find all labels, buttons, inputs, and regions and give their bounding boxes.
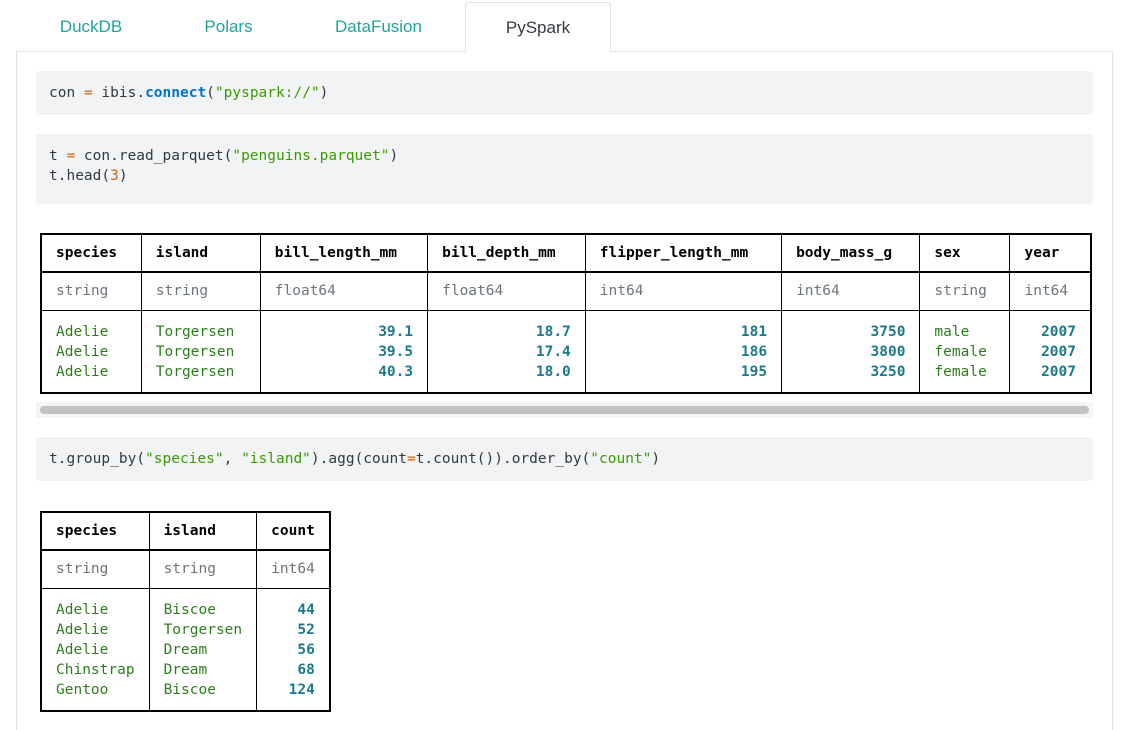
table-cell: Dream (163, 641, 208, 658)
horizontal-scrollbar[interactable] (36, 402, 1093, 418)
table-cell: 2007 (1041, 343, 1076, 360)
column-header: species (40, 511, 150, 551)
tab-polars[interactable]: Polars (176, 2, 281, 52)
table-cell: Torgersen (163, 621, 243, 638)
table-cell: 39.5 (378, 343, 414, 360)
column-values: 18.7 17.4 18.0 (427, 310, 586, 393)
code-cell-group-by[interactable]: t.group_by("species", "island").agg(coun… (36, 437, 1093, 481)
table-cell: Torgersen (155, 323, 235, 340)
table-cell: Chinstrap (56, 661, 135, 678)
tab-bar: DuckDB Polars DataFusion PySpark (16, 2, 1113, 53)
column-values: 44 52 56 68 124 (256, 588, 331, 711)
tab-pyspark[interactable]: PySpark (465, 2, 611, 53)
table-cell: Biscoe (163, 601, 216, 618)
column-values: 3750 3800 3250 (781, 310, 921, 393)
column-header: flipper_length_mm (584, 233, 783, 273)
column-type: string (40, 550, 150, 589)
table-cell: 2007 (1041, 363, 1076, 380)
column-header: island (140, 233, 261, 273)
table-cell: female (934, 343, 987, 360)
table-cell: female (934, 363, 987, 380)
table-cell: 44 (297, 601, 315, 618)
table-cell: Adelie (56, 363, 109, 380)
table-cell: Gentoo (56, 681, 109, 698)
column-values: Adelie Adelie Adelie (40, 310, 142, 393)
code-cell-read-parquet[interactable]: t = con.read_parquet("penguins.parquet")… (36, 134, 1093, 204)
table-cell: 2007 (1041, 323, 1076, 340)
table-cell: 3800 (870, 343, 906, 360)
column-type: float64 (259, 272, 429, 311)
column-values: Torgersen Torgersen Torgersen (140, 310, 261, 393)
table-cell: Adelie (56, 641, 109, 658)
column-type: string (40, 272, 142, 311)
code-cell-connect[interactable]: con = ibis.connect("pyspark://") (36, 71, 1093, 115)
tab-duckdb[interactable]: DuckDB (36, 2, 146, 52)
table-cell: 18.7 (535, 323, 571, 340)
column-type: string (148, 550, 258, 589)
table-cell: 39.1 (378, 323, 414, 340)
table-cell: 68 (297, 661, 315, 678)
table-cell: 18.0 (535, 363, 571, 380)
table-cell: Adelie (56, 323, 109, 340)
column-values: male female female (919, 310, 1011, 393)
table-cell: 124 (288, 681, 315, 698)
scrollbar-thumb[interactable] (40, 406, 1089, 414)
table-cell: 195 (740, 363, 768, 380)
column-values: 39.1 39.5 40.3 (259, 310, 429, 393)
column-type: int64 (781, 272, 921, 311)
tab-datafusion[interactable]: DataFusion (316, 2, 441, 52)
head-table: species island bill_length_mm bill_depth_mm… (40, 233, 1092, 394)
table-cell: Torgersen (155, 343, 235, 360)
column-type: int64 (1009, 272, 1092, 311)
column-header: bill_length_mm (259, 233, 429, 273)
column-type: string (140, 272, 261, 311)
table-cell: Adelie (56, 601, 109, 618)
table-cell: Adelie (56, 621, 109, 638)
table-cell: 3750 (870, 323, 906, 340)
column-header: sex (919, 233, 1011, 273)
table-cell: Torgersen (155, 363, 235, 380)
table-cell: 181 (740, 323, 768, 340)
column-values: 2007 2007 2007 (1009, 310, 1092, 393)
table-cell: 17.4 (535, 343, 571, 360)
table-cell: 3250 (870, 363, 906, 380)
column-header: count (256, 511, 331, 551)
column-header: body_mass_g (781, 233, 921, 273)
table-cell: Dream (163, 661, 208, 678)
table-cell: 186 (740, 343, 768, 360)
table-cell: 56 (297, 641, 315, 658)
table-cell: 52 (297, 621, 315, 638)
column-type: int64 (584, 272, 783, 311)
column-header: bill_depth_mm (427, 233, 586, 273)
column-header: island (148, 511, 258, 551)
column-header: species (40, 233, 142, 273)
table-cell: Adelie (56, 343, 109, 360)
column-type: float64 (427, 272, 586, 311)
column-type: string (919, 272, 1011, 311)
table-cell: male (934, 323, 970, 340)
count-table: species island count string string int64 Ade… (40, 511, 331, 712)
column-type: int64 (256, 550, 331, 589)
column-values: Biscoe Torgersen Dream Dream Biscoe (148, 588, 258, 711)
column-header: year (1009, 233, 1092, 273)
table-cell: 40.3 (378, 363, 414, 380)
table-cell: Biscoe (163, 681, 216, 698)
column-values: 181 186 195 (584, 310, 783, 393)
column-values: Adelie Adelie Adelie Chinstrap Gentoo (40, 588, 150, 711)
